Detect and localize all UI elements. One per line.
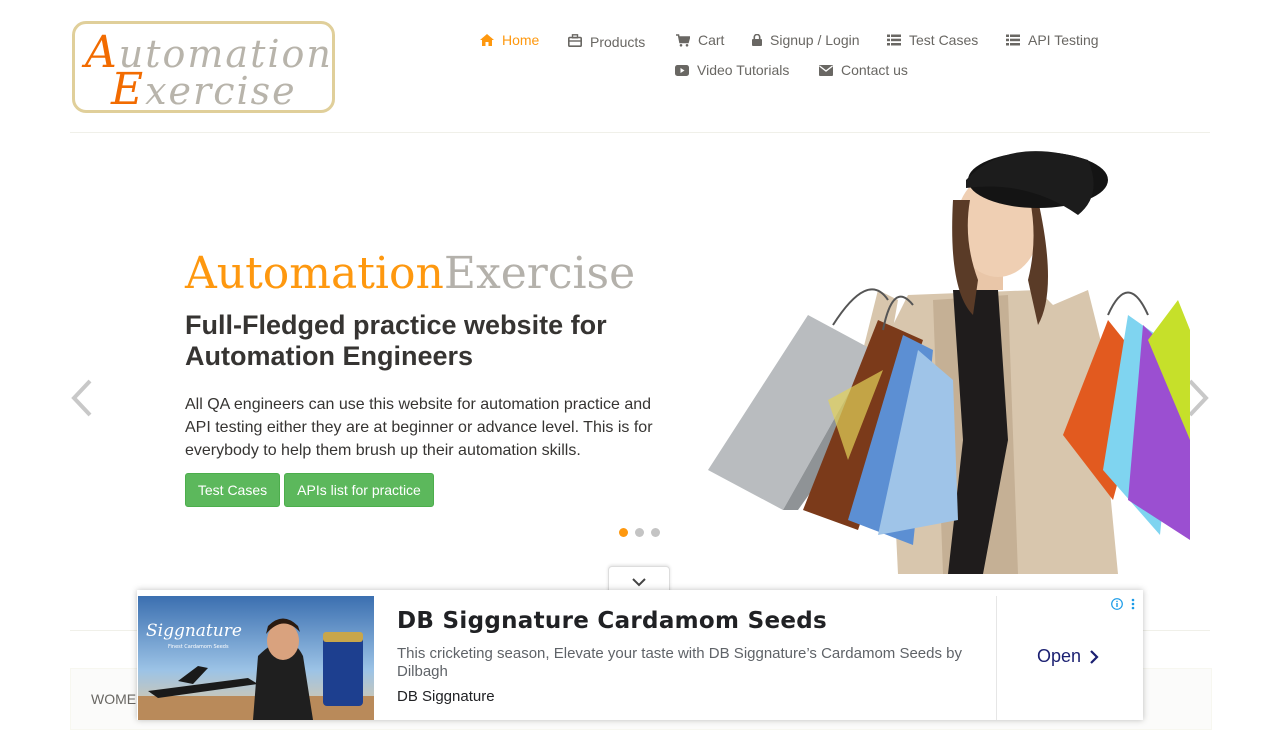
chevron-left-icon	[71, 379, 92, 417]
list-icon	[1006, 34, 1020, 46]
nav-home-label: Home	[502, 32, 540, 48]
slider-indicators	[619, 528, 660, 537]
slider-dot-1[interactable]	[619, 528, 628, 537]
anchor-ad[interactable]: Siggnature Finest Cardamom Seeds DB Sigg…	[137, 590, 1143, 720]
nav-signup-login[interactable]: Signup / Login	[752, 32, 860, 48]
list-icon	[887, 34, 901, 46]
nav-home[interactable]: Home	[480, 32, 539, 48]
slider-prev-button[interactable]	[70, 378, 94, 418]
hero-description: All QA engineers can use this website fo…	[185, 396, 653, 459]
category-women[interactable]: WOME	[91, 691, 136, 707]
ad-image-brand-text: Siggnature	[146, 621, 242, 641]
apis-list-button[interactable]: APIs list for practice	[284, 473, 434, 507]
briefcase-icon	[568, 33, 582, 47]
nav-api-testing-label: API Testing	[1028, 32, 1099, 48]
ad-info-icon[interactable]	[1111, 598, 1123, 610]
nav-contact-us-label: Contact us	[841, 62, 908, 78]
lock-icon	[752, 34, 762, 46]
nav-products[interactable]: Products	[568, 32, 646, 50]
chevron-right-icon	[1090, 649, 1099, 664]
ad-image[interactable]: Siggnature Finest Cardamom Seeds	[138, 596, 374, 720]
nav-signup-login-label: Signup / Login	[770, 32, 860, 48]
test-cases-button[interactable]: Test Cases	[185, 473, 280, 507]
ad-title[interactable]: DB Siggnature Cardamom Seeds	[397, 608, 827, 634]
header-divider	[70, 132, 1210, 133]
ad-open-label: Open	[1037, 646, 1082, 666]
nav-video-tutorials-label: Video Tutorials	[697, 62, 790, 78]
nav-api-testing[interactable]: API Testing	[1006, 32, 1099, 48]
cart-icon	[676, 33, 690, 47]
hero-title: AutomationExercise	[185, 248, 636, 299]
ad-description: This cricketing season, Elevate your tas…	[397, 645, 962, 680]
hero-image-shopping-woman	[708, 151, 1190, 574]
ad-info-controls	[1111, 598, 1135, 610]
slider-dot-3[interactable]	[651, 528, 660, 537]
chevron-down-icon	[632, 578, 646, 587]
nav-test-cases-label: Test Cases	[909, 32, 979, 48]
main-nav: Home Products Cart Signup / Login Test C…	[0, 30, 1280, 90]
ad-separator	[996, 596, 997, 720]
nav-contact-us[interactable]: Contact us	[819, 62, 908, 78]
nav-test-cases[interactable]: Test Cases	[887, 32, 978, 48]
slider-dot-2[interactable]	[635, 528, 644, 537]
ad-image-tagline: Finest Cardamom Seeds	[168, 644, 229, 650]
ad-open-button[interactable]: Open	[1037, 646, 1099, 667]
hero-subtitle: Full-Fledged practice website for Automa…	[185, 310, 607, 371]
envelope-icon	[819, 64, 833, 76]
ad-brand: DB Siggnature	[397, 688, 495, 705]
youtube-play-icon	[675, 64, 689, 76]
home-icon	[480, 34, 494, 46]
nav-video-tutorials[interactable]: Video Tutorials	[675, 62, 789, 78]
nav-cart-label: Cart	[698, 32, 725, 48]
nav-products-label: Products	[590, 34, 646, 50]
ad-menu-icon[interactable]	[1131, 598, 1135, 610]
nav-cart[interactable]: Cart	[676, 32, 724, 48]
